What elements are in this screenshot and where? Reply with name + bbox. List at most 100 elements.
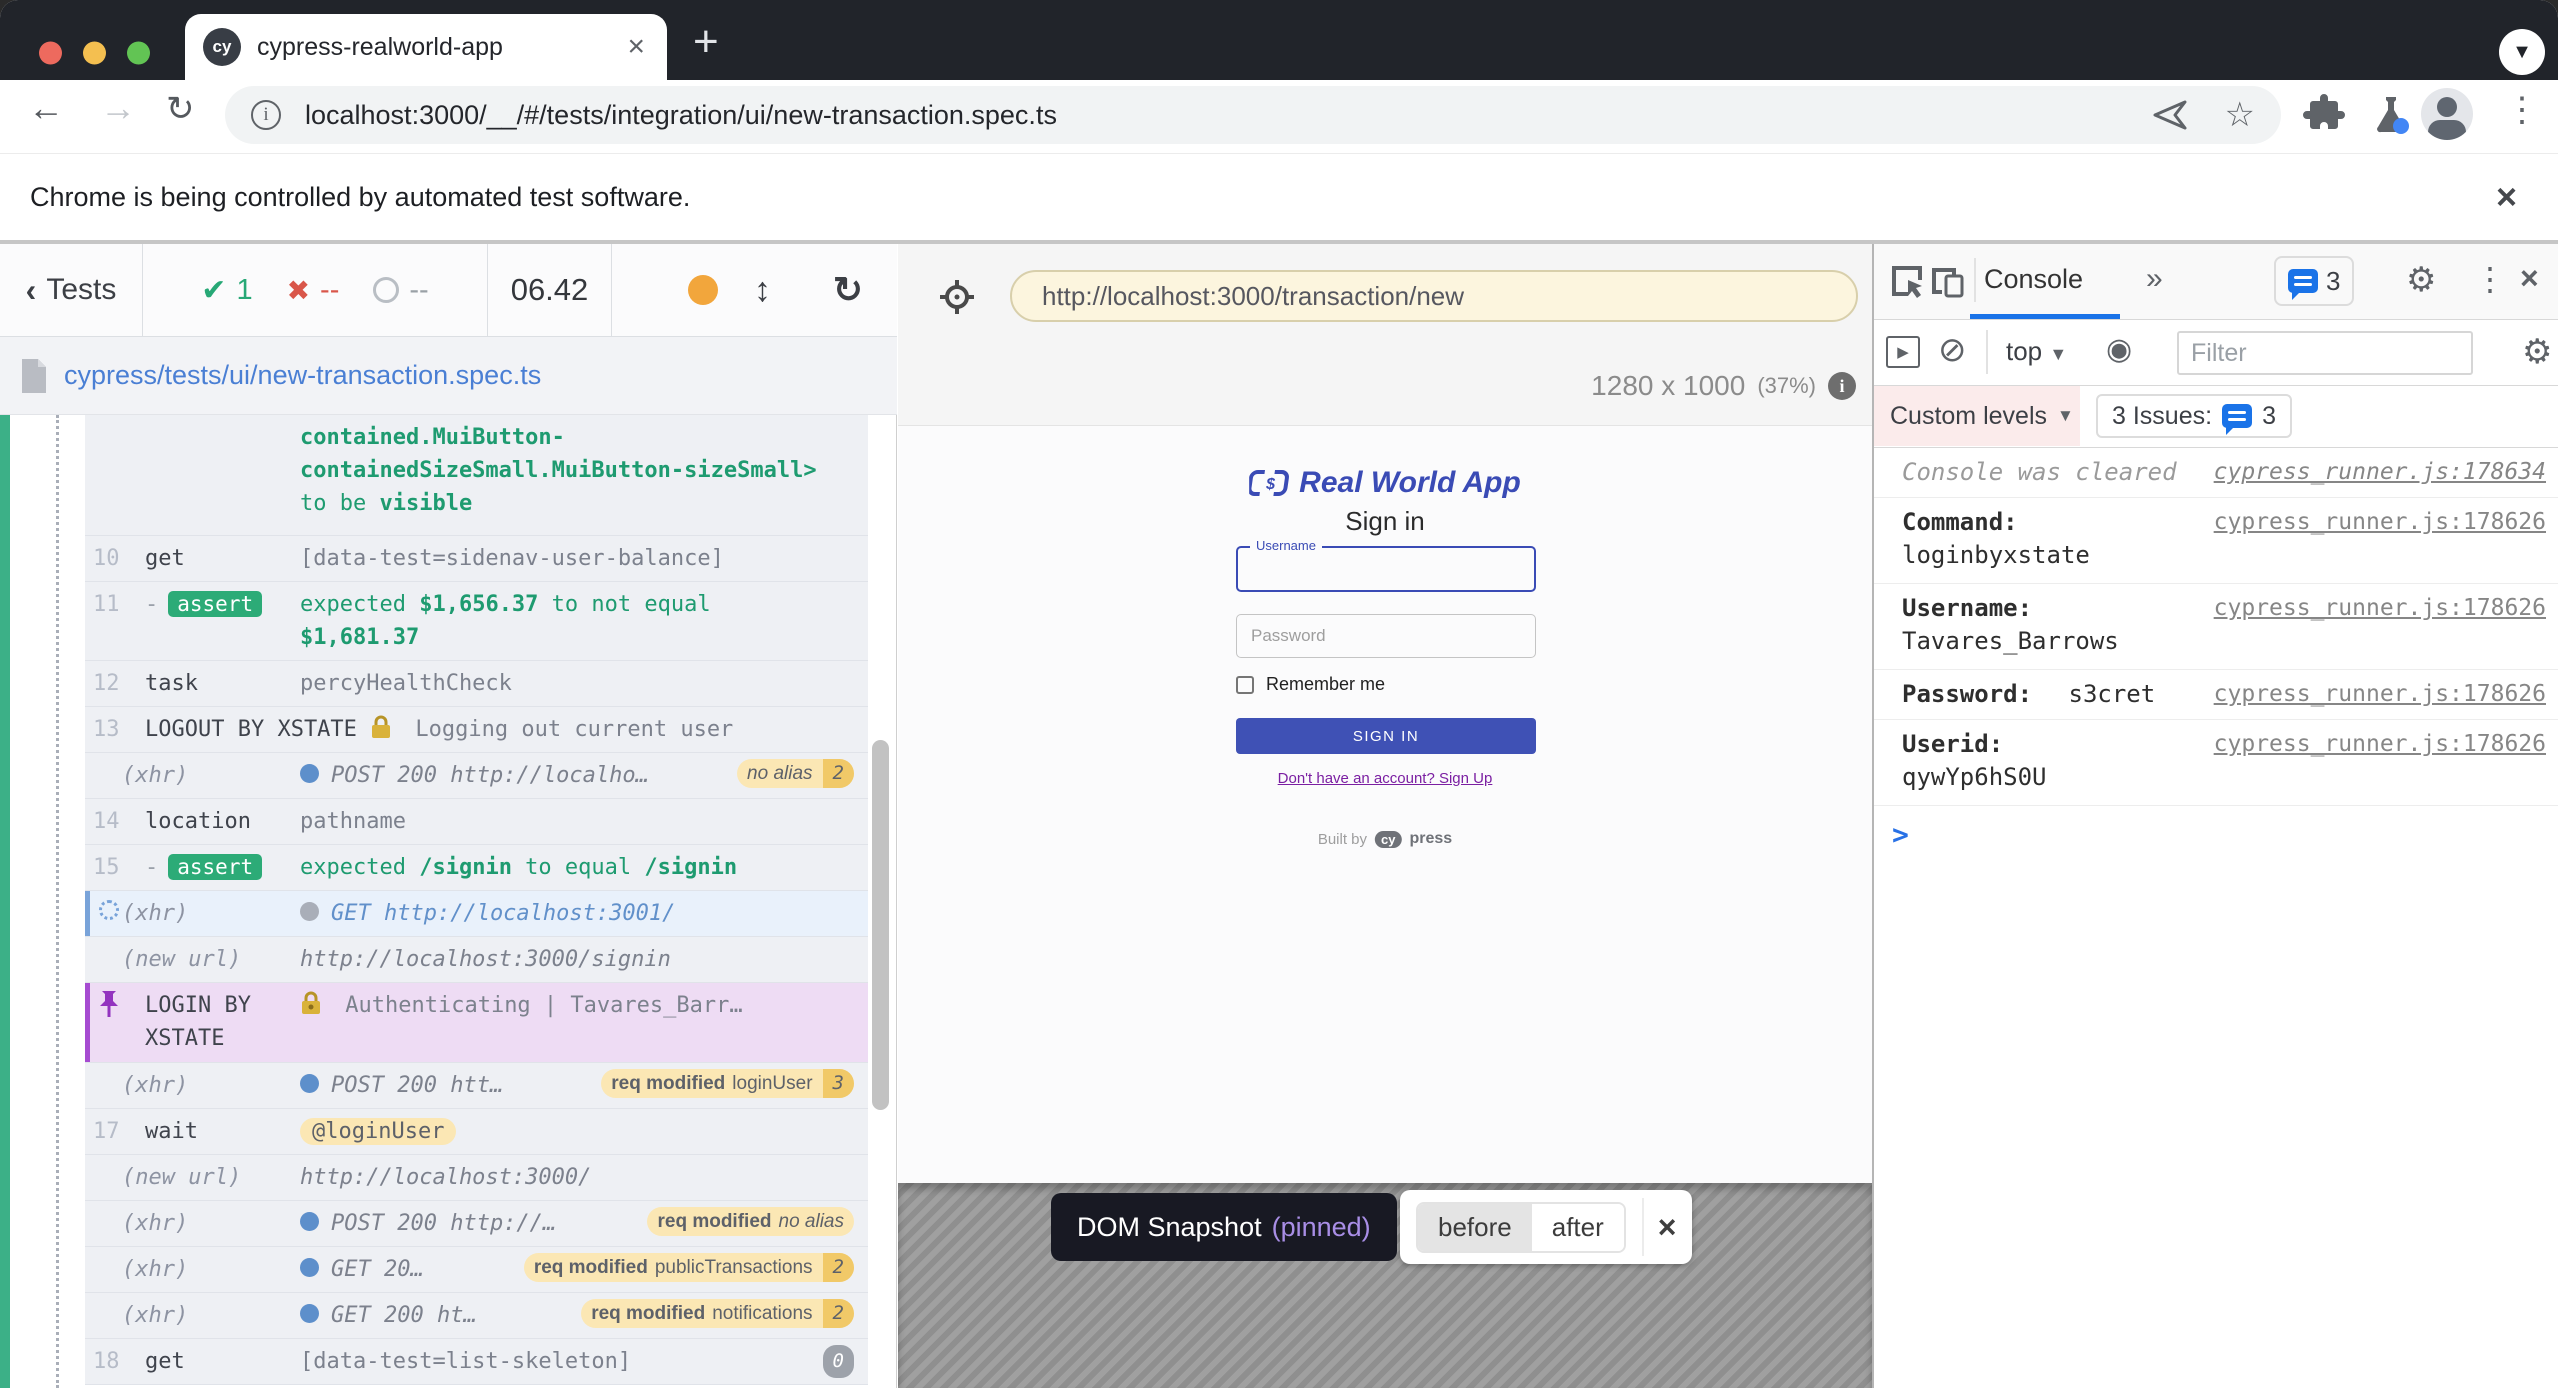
scroll-toggle-icon[interactable]: ↕ [754, 271, 771, 310]
command-row[interactable]: 18 get [data-test=list-skeleton] 0 [85, 1339, 868, 1385]
remember-label: Remember me [1266, 674, 1386, 694]
issues-button[interactable]: 3 Issues: 3 [2096, 394, 2292, 438]
signup-link[interactable]: Don't have an account? Sign Up [1278, 770, 1493, 787]
extensions-puzzle-icon[interactable] [2302, 92, 2346, 136]
timer-value: 06.42 [510, 272, 589, 307]
xhr-row[interactable]: (xhr) POST 200 http://localho… no alias 2 [85, 753, 868, 799]
viewport-info-icon[interactable]: i [1828, 372, 1856, 400]
custom-levels-dropdown[interactable]: Custom levels ▼ [1874, 386, 2080, 446]
xhr-message: POST 200 http://… [331, 1211, 557, 1236]
url-text[interactable]: localhost:3000/__/#/tests/integration/ui… [305, 100, 2153, 131]
command-row[interactable]: 13 LOGOUT BY XSTATE Logging out current … [85, 707, 868, 753]
xhr-row[interactable]: (xhr) POST 200 http://… req modified no a… [85, 1201, 868, 1247]
command-row[interactable]: 15 - assert expected /signin to equal /si… [85, 845, 868, 891]
devtools-menu-icon[interactable]: ⋮ [2474, 260, 2506, 298]
req-modified-badge: req modified publicTransactions 2 [523, 1253, 854, 1282]
reload-button[interactable]: ↻ [166, 89, 195, 129]
console-prompt[interactable]: > [1874, 806, 2558, 851]
command-row[interactable]: 11 - assert expected $1,656.37 to not equ… [85, 582, 868, 661]
tab-close-icon[interactable]: × [623, 30, 649, 64]
console-levels-bar: Custom levels ▼ 3 Issues: 3 [1874, 386, 2558, 448]
test-status-strip [0, 415, 10, 1388]
console-message: Command: loginbyxstate cypress_runner.js… [1874, 498, 2558, 584]
new-url-row[interactable]: (new url) http://localhost:3000/ [85, 1155, 868, 1201]
remember-checkbox[interactable] [1236, 675, 1254, 694]
req-modified-badge: req modified no alias [647, 1207, 854, 1236]
selector-playground-icon[interactable] [940, 280, 974, 314]
snapshot-close-icon[interactable]: × [1641, 1198, 1676, 1256]
command-row[interactable]: 12 task percyHealthCheck [85, 661, 868, 707]
password-field[interactable] [1236, 614, 1536, 658]
back-button[interactable]: ← [28, 87, 64, 129]
source-link[interactable]: cypress_runner.js:178634 [2214, 456, 2546, 489]
xhr-row[interactable]: (xhr) GET 200 ht… req modified notificati… [85, 1293, 868, 1339]
xhr-row-active[interactable]: (xhr) GET http://localhost:3001/ [85, 891, 868, 937]
browser-tab[interactable]: cy cypress-realworld-app × [185, 14, 667, 80]
window-zoom-button[interactable] [127, 41, 150, 65]
more-tabs-icon[interactable]: » [2146, 262, 2163, 296]
console-filter-input[interactable] [2177, 331, 2473, 375]
live-expression-icon[interactable]: ◉ [2106, 332, 2132, 367]
reporter-header: ‹ Tests ✔ 1 ✖ -- -- 06.42 ↕ ↻ [0, 244, 897, 337]
send-to-device-icon[interactable] [2153, 100, 2187, 130]
window-minimize-button[interactable] [83, 41, 106, 65]
window-close-button[interactable] [39, 41, 62, 65]
site-info-icon[interactable]: i [251, 100, 281, 130]
spec-file-link[interactable]: cypress/tests/ui/new-transaction.spec.ts [64, 360, 541, 391]
command-row[interactable]: 14 location pathname [85, 799, 868, 845]
reporter-controls: ↕ ↻ [612, 244, 897, 336]
passed-stat[interactable]: ✔ 1 [201, 273, 252, 308]
cypress-favicon-icon: cy [203, 28, 241, 66]
back-to-tests-button[interactable]: ‹ Tests [0, 244, 143, 336]
source-link[interactable]: cypress_runner.js:178626 [2214, 592, 2546, 625]
source-link[interactable]: cypress_runner.js:178626 [2214, 728, 2546, 761]
password-input[interactable] [1237, 615, 1535, 657]
browser-menu-icon[interactable]: ⋮ [2505, 90, 2539, 130]
auto-scroll-indicator-icon[interactable] [687, 275, 718, 305]
flask-extension-icon[interactable] [2368, 92, 2414, 138]
banner-close-icon[interactable]: × [2496, 176, 2517, 218]
bookmark-star-icon[interactable]: ☆ [2225, 95, 2255, 135]
clear-console-icon[interactable]: ⊘ [1938, 330, 1967, 370]
devtools-close-icon[interactable]: × [2520, 260, 2539, 297]
remember-me-row[interactable]: Remember me [1236, 674, 1385, 695]
console-sidebar-icon[interactable]: ▶ [1886, 336, 1920, 368]
context-selector[interactable]: top ▼ [2006, 336, 2067, 367]
devtools-panel: Console » 3 ⚙ ⋮ × ▶ ⊘ top ▼ ◉ ⚙ C [1872, 244, 2558, 1388]
console-settings-icon[interactable]: ⚙ [2522, 332, 2552, 372]
reporter-scrollbar[interactable] [872, 740, 889, 1110]
address-bar[interactable]: i localhost:3000/__/#/tests/integration/… [225, 86, 2281, 144]
command-row[interactable]: 17 wait @loginUser [85, 1109, 868, 1155]
xhr-row[interactable]: (xhr) POST 200 htt… req modified loginUse… [85, 1063, 868, 1109]
message-value: loginbyxstate [1902, 541, 2090, 569]
xhr-row[interactable]: (xhr) GET 20… req modified publicTransact… [85, 1247, 868, 1293]
message-label: Userid: [1902, 730, 2004, 758]
command-row-pinned[interactable]: LOGIN BY XSTATE Authenticating | Tavares… [85, 983, 868, 1063]
source-link[interactable]: cypress_runner.js:178626 [2214, 506, 2546, 539]
signin-button[interactable]: SIGN IN [1236, 718, 1536, 754]
after-toggle-button[interactable]: after [1531, 1203, 1624, 1251]
new-tab-button[interactable]: + [693, 20, 719, 64]
devtools-settings-icon[interactable]: ⚙ [2406, 260, 2436, 300]
before-toggle-button[interactable]: before [1418, 1203, 1532, 1251]
username-input[interactable] [1238, 548, 1534, 590]
console-message-badge[interactable]: 3 [2274, 256, 2355, 306]
pending-stat[interactable]: -- [373, 274, 429, 307]
failed-stat[interactable]: ✖ -- [287, 274, 340, 307]
dom-snapshot-label: DOM Snapshot [1077, 1211, 1262, 1242]
cypress-reporter-panel: ‹ Tests ✔ 1 ✖ -- -- 06.42 ↕ ↻ cypress/te… [0, 244, 897, 1388]
new-url-value: http://localhost:3000/signin [300, 947, 671, 972]
username-field[interactable]: Username [1236, 538, 1536, 592]
check-icon: ✔ [201, 273, 227, 307]
command-row[interactable]: 10 get [data-test=sidenav-user-balance] [85, 536, 868, 582]
browser-profile-avatar[interactable] [2421, 88, 2473, 140]
aut-url-bar[interactable]: http://localhost:3000/transaction/new [1010, 270, 1858, 322]
tab-console[interactable]: Console [1984, 264, 2083, 295]
command-row[interactable]: contained.MuiButton- containedSizeSmall.… [85, 415, 868, 536]
new-url-row[interactable]: (new url) http://localhost:3000/signin [85, 937, 868, 983]
device-toolbar-icon[interactable] [1928, 262, 1966, 300]
source-link[interactable]: cypress_runner.js:178626 [2214, 678, 2546, 711]
profile-chip-icon[interactable]: ▼ [2499, 29, 2545, 75]
inspect-element-icon[interactable] [1888, 262, 1926, 300]
rerun-tests-icon[interactable]: ↻ [833, 269, 863, 311]
